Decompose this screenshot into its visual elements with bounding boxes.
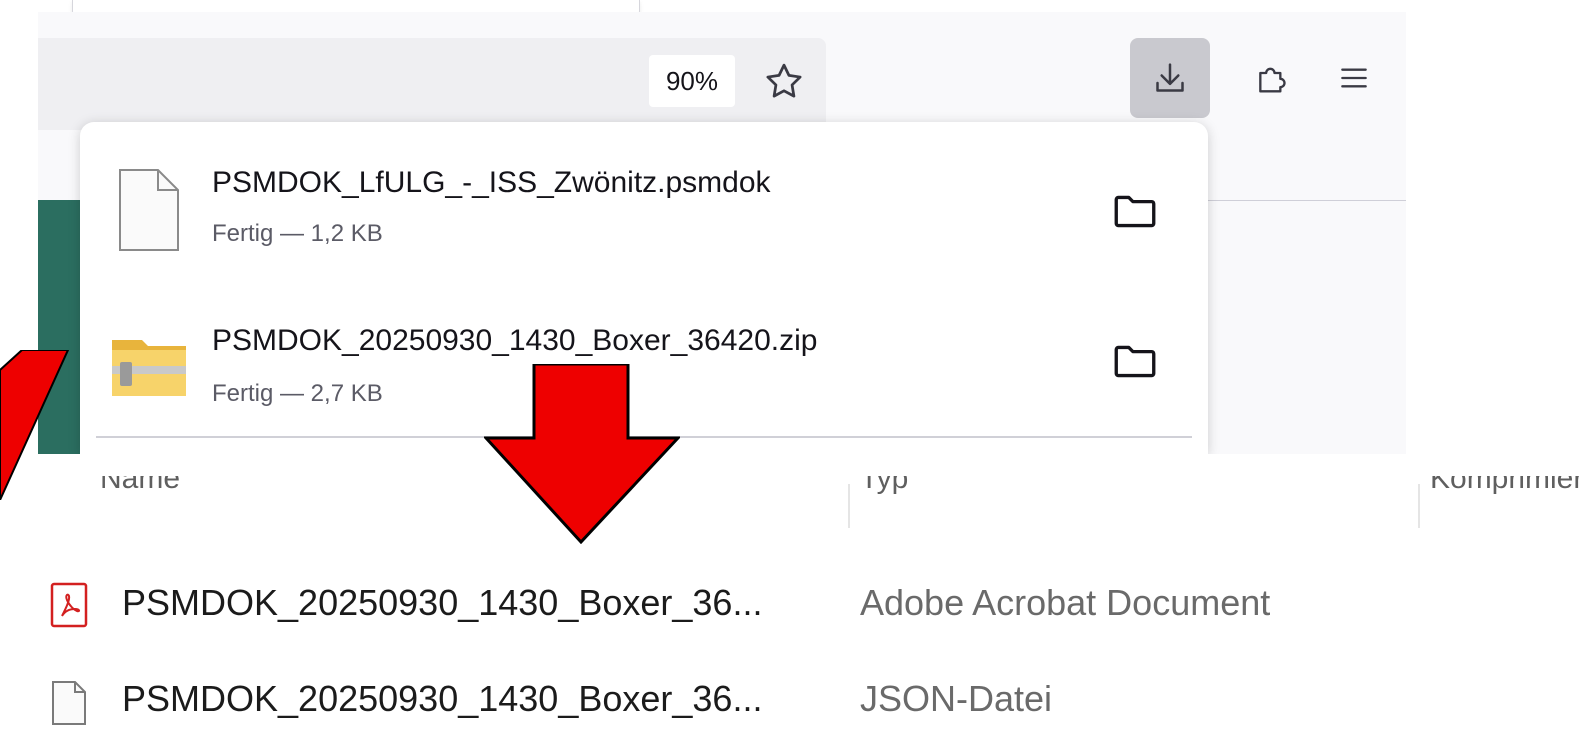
generic-file-icon [52, 681, 86, 725]
file-explorer: Name Typ Komprimierte Größe PSMDOK_20250… [0, 454, 1584, 742]
file-name: PSMDOK_20250930_1430_Boxer_36... [122, 678, 763, 719]
address-bar[interactable]: 90% [38, 38, 826, 130]
file-name: PSMDOK_20250930_1430_Boxer_36... [122, 582, 763, 623]
download-status: Fertig — 2,7 KB [212, 380, 383, 407]
file-type: Adobe Acrobat Document [860, 582, 1271, 623]
pdf-icon [50, 582, 88, 628]
zoom-level-badge[interactable]: 90% [649, 55, 735, 107]
download-icon [1156, 63, 1184, 92]
column-divider[interactable] [848, 484, 850, 528]
download-item[interactable]: PSMDOK_LfULG_-_ISS_Zwönitz.psmdok Fertig… [80, 122, 1208, 282]
open-folder-icon[interactable] [1110, 186, 1160, 236]
download-status: Fertig — 1,2 KB [212, 220, 383, 247]
open-folder-icon[interactable] [1110, 336, 1160, 386]
red-annotation-arrow [0, 350, 70, 500]
extensions-button[interactable] [1232, 38, 1312, 118]
menu-icon [1341, 68, 1367, 88]
generic-file-icon [119, 169, 179, 251]
download-file-name: PSMDOK_LfULG_-_ISS_Zwönitz.psmdok [212, 166, 771, 199]
zip-folder-icon [112, 340, 186, 396]
file-row[interactable]: PSMDOK_20250930_1430_Boxer_36... JSON-Da… [0, 664, 1584, 734]
column-header-label: Komprimierte Größe [1430, 476, 1584, 498]
downloads-button[interactable] [1130, 38, 1210, 118]
download-file-name: PSMDOK_20250930_1430_Boxer_36420.zip [212, 324, 818, 357]
extensions-icon [1259, 67, 1286, 93]
column-header-name[interactable]: Name [100, 476, 180, 498]
page-divider [1203, 200, 1406, 201]
column-header-label: Name [100, 476, 181, 495]
column-header-label: Typ [860, 476, 909, 495]
menu-button[interactable] [1314, 38, 1394, 118]
column-header-type[interactable]: Typ [860, 476, 908, 498]
bookmark-star-icon[interactable] [762, 60, 806, 104]
file-row[interactable]: PSMDOK_20250930_1430_Boxer_36... Adobe A… [0, 568, 1584, 638]
column-divider[interactable] [1418, 484, 1420, 528]
file-type: JSON-Datei [860, 678, 1053, 719]
red-annotation-arrow [484, 364, 680, 544]
column-header-size[interactable]: Komprimierte Größe [1430, 476, 1584, 498]
